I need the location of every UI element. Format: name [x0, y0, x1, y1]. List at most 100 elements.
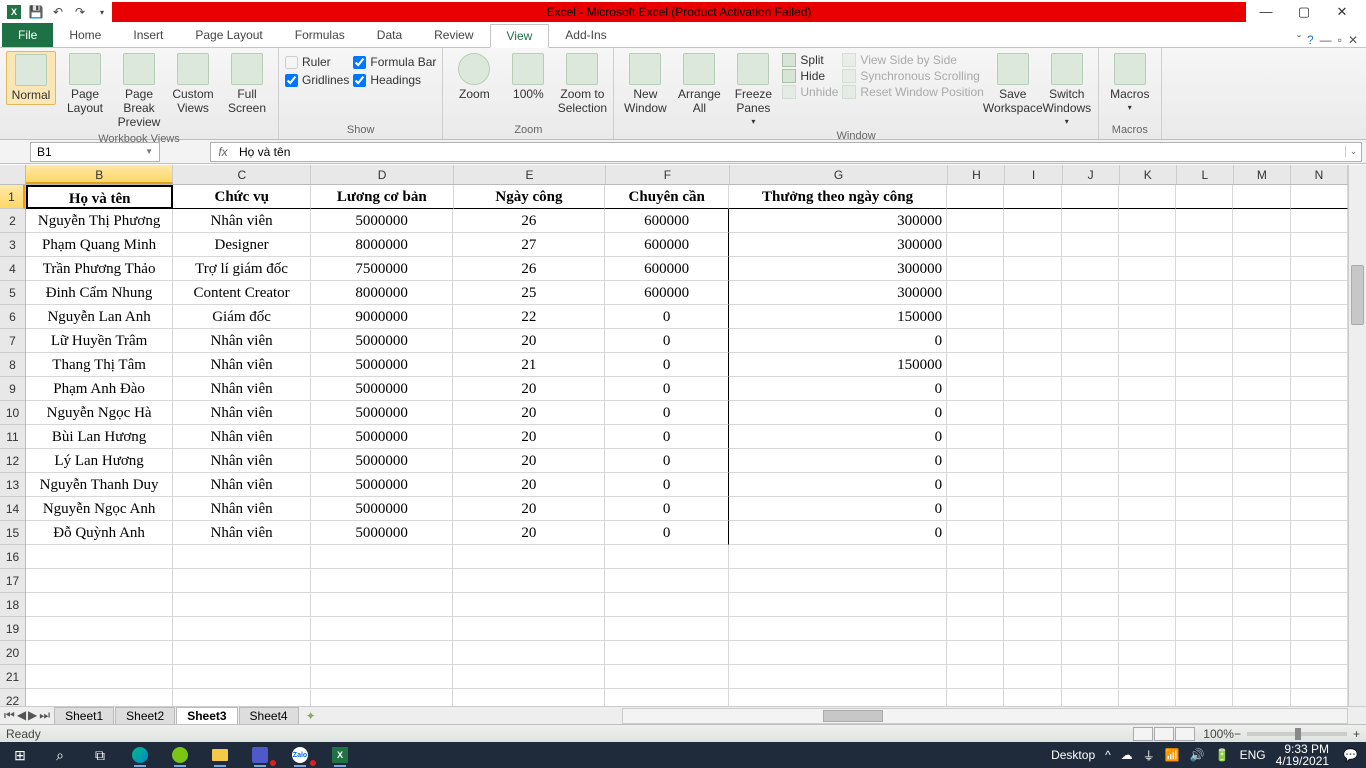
cell[interactable] [1176, 377, 1233, 401]
zalo-icon[interactable]: Zalo [280, 742, 320, 768]
cell[interactable]: 8000000 [311, 233, 453, 257]
cell[interactable] [1291, 545, 1348, 569]
cell[interactable] [1291, 209, 1348, 233]
cell[interactable] [26, 689, 173, 706]
cell[interactable]: 5000000 [311, 425, 453, 449]
tab-view[interactable]: View [490, 24, 550, 48]
row-header[interactable]: 18 [0, 593, 25, 617]
cell[interactable] [947, 329, 1004, 353]
cell[interactable] [1062, 257, 1119, 281]
ruler-checkbox[interactable]: Ruler [285, 55, 349, 69]
cell[interactable]: 5000000 [311, 521, 453, 545]
cell[interactable] [1176, 449, 1233, 473]
cell[interactable] [1062, 569, 1119, 593]
cell[interactable] [729, 641, 947, 665]
row-header[interactable]: 21 [0, 665, 25, 689]
cell[interactable]: Nguyễn Lan Anh [26, 305, 173, 329]
cell[interactable] [1291, 185, 1348, 209]
row-header[interactable]: 12 [0, 449, 25, 473]
cell[interactable] [1176, 569, 1233, 593]
cell[interactable] [1062, 209, 1119, 233]
cell[interactable] [453, 569, 605, 593]
cell[interactable] [947, 425, 1004, 449]
cell[interactable]: 0 [729, 401, 947, 425]
cell[interactable] [1291, 569, 1348, 593]
cell[interactable]: 600000 [605, 209, 729, 233]
cell[interactable] [1176, 185, 1233, 209]
cell[interactable]: 5000000 [311, 353, 453, 377]
cell[interactable] [453, 617, 605, 641]
cell[interactable] [1119, 185, 1176, 209]
column-header[interactable]: L [1177, 165, 1234, 184]
column-header[interactable]: B [26, 165, 173, 184]
cell[interactable]: 5000000 [311, 329, 453, 353]
row-header[interactable]: 5 [0, 281, 25, 305]
row-header[interactable]: 6 [0, 305, 25, 329]
cell[interactable] [1291, 329, 1348, 353]
cell[interactable] [1233, 545, 1290, 569]
cell[interactable]: Nhân viên [173, 401, 311, 425]
formula-expand-icon[interactable]: ⌄ [1345, 146, 1361, 157]
cell[interactable] [1233, 401, 1290, 425]
cell[interactable] [1233, 209, 1290, 233]
page-layout-view-button[interactable]: Page Layout [60, 51, 110, 117]
cell[interactable] [1004, 305, 1061, 329]
sheet-tab[interactable]: Sheet3 [176, 707, 237, 724]
sheet-nav-prev-icon[interactable]: ◀ [17, 708, 26, 723]
cell[interactable]: Bùi Lan Hương [26, 425, 173, 449]
row-header[interactable]: 4 [0, 257, 25, 281]
headings-checkbox[interactable]: Headings [353, 73, 436, 87]
column-header[interactable]: D [311, 165, 454, 184]
zoom-out-icon[interactable]: − [1234, 727, 1241, 741]
cell[interactable] [1176, 329, 1233, 353]
cell[interactable]: 21 [453, 353, 605, 377]
tab-home[interactable]: Home [53, 23, 117, 47]
cell[interactable]: 0 [729, 449, 947, 473]
cell[interactable] [1176, 545, 1233, 569]
row-header[interactable]: 19 [0, 617, 25, 641]
cell[interactable]: 600000 [605, 281, 729, 305]
cell[interactable] [1119, 257, 1176, 281]
column-header[interactable]: G [730, 165, 949, 184]
cell[interactable]: Đinh Cẩm Nhung [26, 281, 173, 305]
cell[interactable]: Chuyên cần [605, 185, 729, 209]
arrange-all-button[interactable]: Arrange All [674, 51, 724, 117]
gridlines-checkbox[interactable]: Gridlines [285, 73, 349, 87]
cell[interactable]: Nhân viên [173, 377, 311, 401]
cell[interactable] [1004, 209, 1061, 233]
cell[interactable] [947, 545, 1004, 569]
cell[interactable] [1291, 593, 1348, 617]
cell[interactable] [1119, 641, 1176, 665]
cell[interactable] [1119, 545, 1176, 569]
custom-views-button[interactable]: Custom Views [168, 51, 218, 117]
cell[interactable] [1119, 233, 1176, 257]
zoom-button[interactable]: Zoom [449, 51, 499, 103]
row-header[interactable]: 8 [0, 353, 25, 377]
cell[interactable] [1176, 257, 1233, 281]
tab-insert[interactable]: Insert [117, 23, 179, 47]
full-screen-button[interactable]: Full Screen [222, 51, 272, 117]
cell[interactable]: 20 [453, 497, 605, 521]
close-button[interactable]: ✕ [1328, 4, 1356, 20]
cell[interactable]: Nhân viên [173, 521, 311, 545]
cell[interactable]: 7500000 [311, 257, 453, 281]
cell[interactable] [1004, 569, 1061, 593]
new-window-button[interactable]: New Window [620, 51, 670, 117]
cell[interactable] [1062, 689, 1119, 706]
cell[interactable] [173, 641, 311, 665]
cell[interactable]: Thang Thị Tâm [26, 353, 173, 377]
cell[interactable] [1004, 329, 1061, 353]
cell[interactable] [605, 665, 729, 689]
cell[interactable] [605, 569, 729, 593]
volume-icon[interactable]: 🔊 [1190, 748, 1205, 762]
column-header[interactable]: F [606, 165, 730, 184]
start-button[interactable]: ⊞ [0, 742, 40, 768]
cell[interactable]: 600000 [605, 233, 729, 257]
cell[interactable] [1176, 617, 1233, 641]
cell[interactable] [1176, 353, 1233, 377]
sheet-tab[interactable]: Sheet4 [239, 707, 299, 724]
cell[interactable] [1176, 521, 1233, 545]
cell[interactable] [1119, 329, 1176, 353]
cell[interactable]: 5000000 [311, 449, 453, 473]
cell[interactable] [1004, 521, 1061, 545]
